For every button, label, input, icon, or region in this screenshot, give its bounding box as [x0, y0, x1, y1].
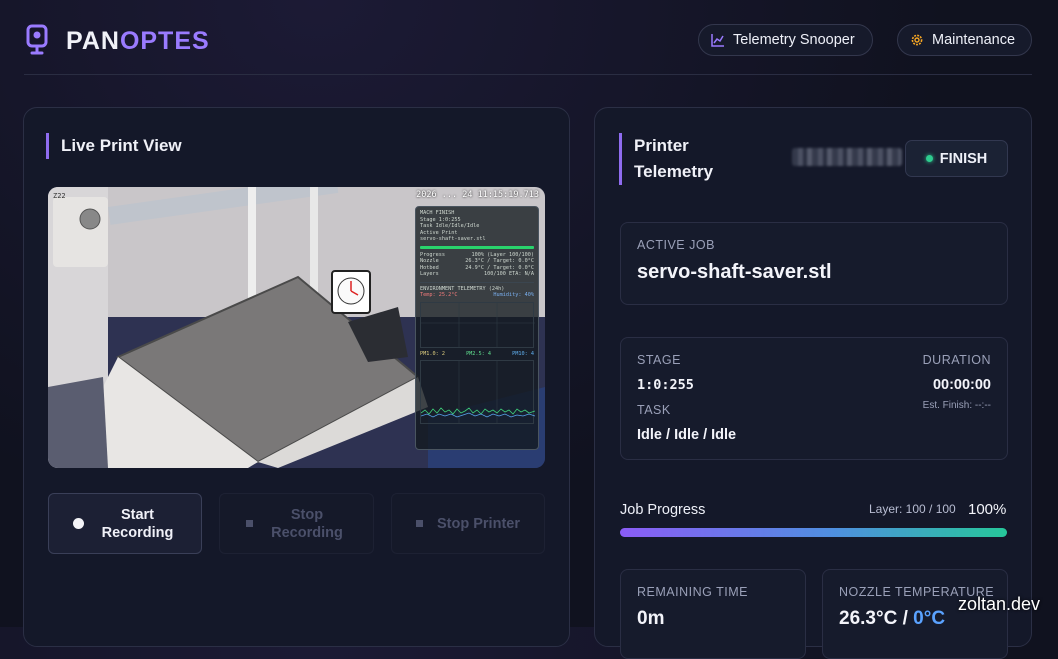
- active-job-card: ACTIVE JOB servo-shaft-saver.stl: [620, 222, 1008, 305]
- line-chart-icon: [711, 34, 724, 47]
- brand-title: PANOPTES: [66, 27, 210, 55]
- est-finish: Est. Finish: --:--: [922, 400, 991, 411]
- maintenance-button[interactable]: Maintenance: [897, 24, 1032, 56]
- stage-value: 1:0:255: [637, 377, 694, 393]
- telemetry-snooper-label: Telemetry Snooper: [733, 32, 855, 48]
- stop-square-icon: [246, 520, 253, 527]
- header-divider: [24, 74, 1032, 75]
- start-recording-button[interactable]: Start Recording: [48, 493, 202, 554]
- gear-icon: [911, 34, 923, 46]
- task-label: TASK: [637, 403, 671, 417]
- maintenance-label: Maintenance: [932, 32, 1016, 48]
- stop-recording-label: Stop Recording: [271, 506, 343, 541]
- camera-feed: Z22 2026 ... 24 11:15:19.713 MACH FINISH…: [48, 187, 545, 468]
- panel-title: Live Print View: [46, 133, 182, 159]
- camera-corner-label: Z22: [53, 192, 66, 200]
- overlay-pm-graph: [420, 360, 535, 424]
- panel-title: Printer Telemetry: [619, 133, 713, 185]
- stage-card: STAGE 1:0:255 TASK Idle / Idle / Idle DU…: [620, 337, 1008, 460]
- status-badge: FINISH: [905, 140, 1008, 177]
- stop-printer-button[interactable]: Stop Printer: [391, 493, 545, 554]
- overlay-row: Layers 100/100 ETA: N/A: [420, 271, 534, 277]
- remaining-label: REMAINING TIME: [637, 585, 748, 599]
- overlay-progress-bar: [420, 245, 534, 249]
- overlay-env-row: Temp: 25.2°C Humidity: 40%: [420, 292, 534, 298]
- camera-timestamp: 2026 ... 24 11:15:19.713: [416, 190, 539, 200]
- overlay-line: servo-shaft-saver.stl: [420, 236, 486, 242]
- job-progress-bar: [620, 528, 1007, 537]
- job-progress-fill: [620, 528, 1007, 537]
- telemetry-overlay: MACH FINISH Stage 1:0:255 Task Idle/Idle…: [415, 206, 539, 450]
- live-print-view-panel: Live Print View Z22 2026 ... 24 11:15:19…: [23, 107, 570, 647]
- progress-percent: 100%: [968, 501, 1007, 518]
- start-recording-label: Start Recording: [101, 506, 174, 541]
- redacted-printer-id: [792, 148, 902, 166]
- job-progress-label: Job Progress: [620, 502, 706, 518]
- duration-label: DURATION: [922, 353, 991, 367]
- stop-printer-label: Stop Printer: [437, 515, 520, 532]
- panoptes-logo-icon: [26, 24, 48, 55]
- app-header: PANOPTES Telemetry Snooper Maintenance: [0, 0, 1058, 75]
- stop-square-icon: [416, 520, 423, 527]
- overlay-env-graph: [420, 301, 535, 348]
- watermark: zoltan.dev: [957, 594, 1040, 614]
- remaining-time-card: REMAINING TIME 0m: [620, 569, 806, 659]
- active-job-label: ACTIVE JOB: [637, 238, 715, 252]
- telemetry-snooper-button[interactable]: Telemetry Snooper: [698, 24, 873, 56]
- record-dot-icon: [72, 518, 84, 529]
- duration-value: 00:00:00: [932, 377, 991, 393]
- layer-text: Layer: 100 / 100: [869, 502, 956, 516]
- status-dot-icon: [925, 155, 933, 162]
- overlay-env-title: ENVIRONMENT TELEMETRY (24h): [420, 281, 534, 293]
- task-value: Idle / Idle / Idle: [637, 427, 737, 443]
- stage-label: STAGE: [637, 353, 681, 367]
- overlay-pm-row: PM1.0: 2 PM2.5: 4 PM10: 4: [420, 350, 534, 357]
- printer-telemetry-panel: Printer Telemetry FINISH ACTIVE JOB serv…: [594, 107, 1032, 659]
- stop-recording-button[interactable]: Stop Recording: [219, 493, 374, 554]
- active-job-name: servo-shaft-saver.stl: [637, 261, 832, 283]
